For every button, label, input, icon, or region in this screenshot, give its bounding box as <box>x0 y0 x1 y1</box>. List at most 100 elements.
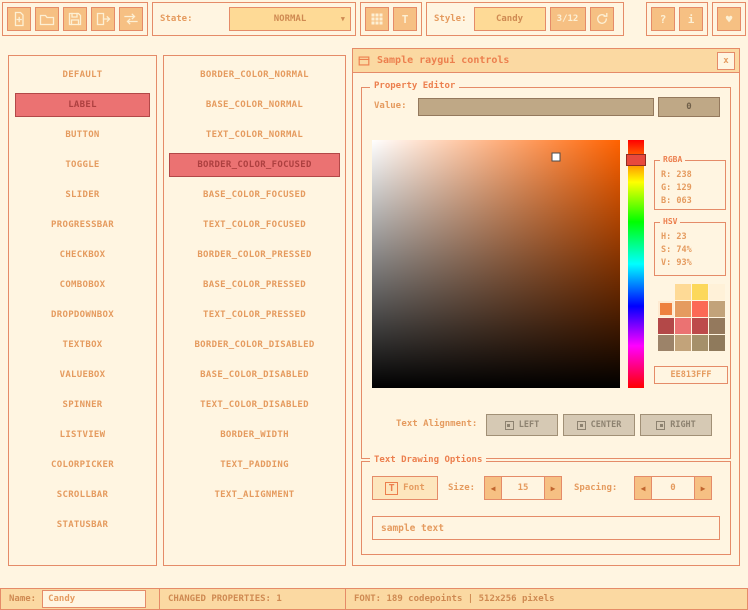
palette-swatch[interactable] <box>709 335 725 351</box>
status-font-section: FONT: 189 codepoints | 512x256 pixels <box>345 588 748 610</box>
window-titlebar[interactable]: Sample raygui controls x <box>353 49 739 73</box>
list-item-text_color_pressed[interactable]: TEXT_COLOR_PRESSED <box>169 303 340 327</box>
spacing-decrease-button[interactable]: ◀ <box>634 476 652 500</box>
list-item-text_color_normal[interactable]: TEXT_COLOR_NORMAL <box>169 123 340 147</box>
value-slider[interactable] <box>418 98 654 116</box>
list-item-spinner[interactable]: SPINNER <box>15 393 150 417</box>
properties-list: BORDER_COLOR_NORMAL BASE_COLOR_NORMAL TEXT… <box>163 55 346 566</box>
question-icon: ? <box>660 14 667 25</box>
palette-swatch[interactable] <box>658 284 674 300</box>
window-title: Sample raygui controls <box>377 55 509 66</box>
palette-swatch[interactable] <box>675 335 691 351</box>
list-item-listview[interactable]: LISTVIEW <box>15 423 150 447</box>
reload-style-button[interactable] <box>590 7 614 31</box>
sponsor-button[interactable]: ♥ <box>717 7 741 31</box>
list-item-text_color_focused[interactable]: TEXT_COLOR_FOCUSED <box>169 213 340 237</box>
spacing-increase-button[interactable]: ▶ <box>694 476 712 500</box>
palette-swatch[interactable] <box>675 301 691 317</box>
hue-bar[interactable] <box>628 140 644 388</box>
size-decrease-button[interactable]: ◀ <box>484 476 502 500</box>
font-button[interactable]: T Font <box>372 476 438 500</box>
list-item-border_color_pressed[interactable]: BORDER_COLOR_PRESSED <box>169 243 340 267</box>
palette-swatch[interactable] <box>675 318 691 334</box>
style-label: Style: <box>431 14 470 24</box>
hsv-values: H: 23S: 74%V: 93% <box>655 223 725 270</box>
palette-swatch[interactable] <box>692 335 708 351</box>
main-toolbar: State: NORMAL ▼ T Style: Candy 3/12 ? i <box>2 2 746 36</box>
style-toolbar-group: Style: Candy 3/12 <box>426 2 624 36</box>
list-item-button[interactable]: BUTTON <box>15 123 150 147</box>
sample-text-input[interactable]: sample text <box>372 516 720 540</box>
hex-color-value[interactable]: EE813FFF <box>654 366 728 384</box>
align-left-label: LEFT <box>519 420 539 430</box>
list-item-base_color_focused[interactable]: BASE_COLOR_FOCUSED <box>169 183 340 207</box>
list-item-progressbar[interactable]: PROGRESSBAR <box>15 213 150 237</box>
export-style-button[interactable] <box>91 7 115 31</box>
palette-swatch[interactable] <box>709 301 725 317</box>
font-T-icon: T <box>402 14 409 25</box>
size-increase-button[interactable]: ▶ <box>544 476 562 500</box>
list-item-border_width[interactable]: BORDER_WIDTH <box>169 423 340 447</box>
list-item-combobox[interactable]: COMBOBOX <box>15 273 150 297</box>
value-box[interactable]: 0 <box>658 97 720 117</box>
list-item-base_color_disabled[interactable]: BASE_COLOR_DISABLED <box>169 363 340 387</box>
palette-swatch[interactable] <box>675 284 691 300</box>
list-item-checkbox[interactable]: CHECKBOX <box>15 243 150 267</box>
list-item-default[interactable]: DEFAULT <box>15 63 150 87</box>
spacing-value[interactable]: 0 <box>652 476 694 500</box>
help-button[interactable]: ? <box>651 7 675 31</box>
palette-swatch[interactable] <box>692 318 708 334</box>
align-left-button[interactable]: LEFT <box>486 414 558 436</box>
state-toolbar-group: State: NORMAL ▼ <box>152 2 356 36</box>
toolbar-spacer <box>628 2 642 36</box>
palette-swatch[interactable] <box>709 284 725 300</box>
close-window-button[interactable]: x <box>717 52 735 70</box>
palette-swatch[interactable] <box>709 318 725 334</box>
style-table-button[interactable] <box>365 7 389 31</box>
state-dropdown[interactable]: NORMAL ▼ <box>229 7 351 31</box>
value-label: Value: <box>374 101 407 111</box>
font-atlas-button[interactable]: T <box>393 7 417 31</box>
list-item-valuebox[interactable]: VALUEBOX <box>15 363 150 387</box>
list-item-label[interactable]: LABEL <box>15 93 150 117</box>
list-item-dropdownbox[interactable]: DROPDOWNBOX <box>15 303 150 327</box>
view-toolbar-group: T <box>360 2 422 36</box>
value-line: B: 063 <box>661 195 725 208</box>
save-style-button[interactable] <box>63 7 87 31</box>
list-item-colorpicker[interactable]: COLORPICKER <box>15 453 150 477</box>
list-item-slider[interactable]: SLIDER <box>15 183 150 207</box>
hue-slider <box>626 154 646 166</box>
palette-swatch[interactable] <box>692 301 708 317</box>
list-item-text_padding[interactable]: TEXT_PADDING <box>169 453 340 477</box>
load-style-button[interactable] <box>35 7 59 31</box>
style-name-box[interactable]: Candy <box>474 7 546 31</box>
arrow-right-icon: ▶ <box>551 484 556 493</box>
list-item-toggle[interactable]: TOGGLE <box>15 153 150 177</box>
info-button[interactable]: i <box>679 7 703 31</box>
list-item-border_color_disabled[interactable]: BORDER_COLOR_DISABLED <box>169 333 340 357</box>
list-item-base_color_normal[interactable]: BASE_COLOR_NORMAL <box>169 93 340 117</box>
palette-swatch[interactable] <box>658 335 674 351</box>
style-name-input[interactable]: Candy <box>42 590 146 608</box>
style-counter-button[interactable]: 3/12 <box>550 7 586 31</box>
palette-swatch[interactable] <box>658 318 674 334</box>
palette-swatch[interactable] <box>658 301 674 317</box>
random-style-button[interactable] <box>119 7 143 31</box>
status-changed-section: CHANGED PROPERTIES: 1 <box>159 588 346 610</box>
list-item-border_color_focused[interactable]: BORDER_COLOR_FOCUSED <box>169 153 340 177</box>
list-item-textbox[interactable]: TEXTBOX <box>15 333 150 357</box>
list-item-statusbar[interactable]: STATUSBAR <box>15 513 150 537</box>
state-label: State: <box>157 14 196 24</box>
list-item-text_color_disabled[interactable]: TEXT_COLOR_DISABLED <box>169 393 340 417</box>
color-saturation-value-panel[interactable] <box>372 140 620 388</box>
new-style-button[interactable] <box>7 7 31 31</box>
size-value[interactable]: 15 <box>502 476 544 500</box>
list-item-text_alignment[interactable]: TEXT_ALIGNMENT <box>169 483 340 507</box>
list-item-scrollbar[interactable]: SCROLLBAR <box>15 483 150 507</box>
align-right-button[interactable]: RIGHT <box>640 414 712 436</box>
palette-swatch[interactable] <box>692 284 708 300</box>
grid-icon <box>369 11 385 27</box>
list-item-border_color_normal[interactable]: BORDER_COLOR_NORMAL <box>169 63 340 87</box>
list-item-base_color_pressed[interactable]: BASE_COLOR_PRESSED <box>169 273 340 297</box>
align-center-button[interactable]: CENTER <box>563 414 635 436</box>
